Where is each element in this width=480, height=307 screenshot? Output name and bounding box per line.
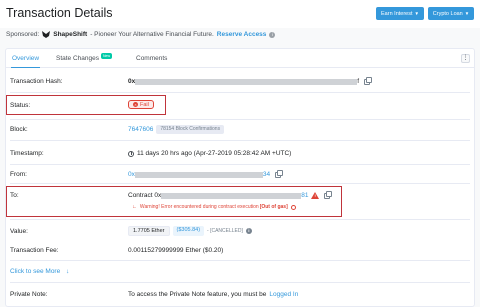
- copy-icon[interactable]: [324, 190, 333, 199]
- new-badge: New: [101, 52, 113, 59]
- block-value: 7647606 78154 Block Confirmations: [128, 125, 225, 134]
- info-icon[interactable]: i: [245, 228, 252, 234]
- warning-text: Warning! Error encountered during contra…: [139, 204, 259, 210]
- see-more-link[interactable]: Click to see More ↓: [10, 268, 69, 275]
- contract-warning: ∟ Warning! Error encountered during cont…: [132, 204, 296, 210]
- tab-bar: Overview State Changes New Comments ⋮: [6, 49, 474, 68]
- divider: [10, 183, 470, 184]
- earn-interest-label: Earn Interest: [381, 10, 413, 17]
- tab-state-changes[interactable]: State Changes New: [56, 49, 113, 68]
- sponsored-label: Sponsored:: [6, 31, 40, 38]
- block-number-link[interactable]: 7647606: [128, 126, 153, 133]
- logged-in-link[interactable]: Logged In: [269, 291, 298, 298]
- warning-icon: [311, 192, 320, 199]
- error-circle-icon: ×: [133, 102, 138, 107]
- to-highlight-box: [6, 186, 342, 217]
- redacted-hash: [135, 78, 358, 85]
- fee-label: Transaction Fee:: [10, 247, 59, 254]
- from-label: From:: [10, 171, 27, 178]
- from-suffix[interactable]: 34: [263, 171, 270, 178]
- page-header: Transaction Details Earn Interest ▼ Cryp…: [0, 0, 480, 28]
- private-note-value: To access the Private Note feature, you …: [128, 291, 298, 298]
- divider: [10, 119, 470, 120]
- sponsored-banner: Sponsored: ShapeShift - Pioneer Your Alt…: [6, 31, 276, 38]
- warning-detail: [Out of gas]: [259, 204, 288, 210]
- tab-overview[interactable]: Overview: [11, 49, 41, 68]
- divider: [10, 92, 470, 93]
- divider: [10, 164, 470, 165]
- see-more-label: Click to see More: [10, 268, 61, 275]
- tab-state-changes-label: State Changes: [56, 55, 100, 62]
- value-field: 1.7705 Ether ($305.84) - [CANCELLED] i: [128, 226, 252, 236]
- reserve-access-link[interactable]: Reserve Access: [217, 31, 267, 38]
- warning-info-icon: [290, 204, 296, 210]
- hash-prefix: 0x: [128, 78, 136, 85]
- copy-icon[interactable]: [275, 169, 284, 178]
- warning-corner-icon: ∟: [132, 204, 137, 210]
- shapeshift-fox-icon: [42, 31, 51, 38]
- more-options-button[interactable]: ⋮: [461, 54, 470, 63]
- hash-suffix: f: [357, 78, 360, 85]
- private-note-text: To access the Private Note feature, you …: [128, 291, 267, 298]
- page-title: Transaction Details: [6, 6, 113, 20]
- hash-value: 0x f: [128, 76, 373, 85]
- hash-label: Transaction Hash:: [10, 78, 63, 85]
- timestamp-value: 11 days 20 hrs ago (Apr-27-2019 05:28:42…: [128, 150, 291, 157]
- status-value: × Fail: [128, 100, 154, 109]
- to-suffix[interactable]: 81: [301, 192, 308, 199]
- fee-value: 0.00115279999999 Ether ($0.20): [128, 247, 224, 254]
- clock-icon: [128, 150, 134, 157]
- redacted-contract-address: [161, 192, 302, 199]
- crypto-loan-label: Crypto Loan: [432, 10, 463, 17]
- sponsor-brand: ShapeShift: [53, 31, 88, 38]
- sponsor-tagline: - Pioneer Your Alternative Financial Fut…: [90, 31, 214, 38]
- divider: [10, 219, 470, 220]
- timestamp-text: 11 days 20 hrs ago (Apr-27-2019 05:28:42…: [137, 150, 292, 157]
- value-label: Value:: [10, 228, 28, 235]
- chevron-down-icon: ▼: [464, 11, 470, 16]
- block-confirmations-badge: 78154 Block Confirmations: [156, 125, 225, 134]
- cancelled-text: - [CANCELLED]: [207, 228, 243, 234]
- transaction-card: Overview State Changes New Comments ⋮ Tr…: [5, 48, 475, 307]
- usd-amount-badge: ($305.84): [172, 226, 205, 236]
- redacted-from-address: [134, 171, 263, 178]
- status-badge: × Fail: [128, 100, 154, 109]
- arrow-down-icon: ↓: [66, 268, 70, 275]
- to-label: To:: [10, 192, 19, 199]
- private-note-label: Private Note:: [10, 291, 48, 298]
- to-value: Contract 0x 81: [128, 190, 333, 199]
- divider: [10, 260, 470, 261]
- from-prefix[interactable]: 0x: [128, 171, 135, 178]
- crypto-loan-button[interactable]: Crypto Loan ▼: [428, 7, 474, 20]
- info-icon[interactable]: i: [269, 31, 276, 38]
- from-value: 0x 34: [128, 169, 284, 178]
- divider: [10, 140, 470, 141]
- block-label: Block:: [10, 126, 28, 133]
- earn-interest-button[interactable]: Earn Interest ▼: [376, 7, 424, 20]
- status-label: Status:: [10, 102, 31, 109]
- ether-amount-badge: 1.7705 Ether: [128, 226, 170, 236]
- timestamp-label: Timestamp:: [10, 150, 44, 157]
- tab-overview-label: Overview: [12, 54, 40, 62]
- divider: [10, 282, 470, 283]
- to-prefix: Contract 0x: [128, 192, 162, 199]
- chevron-down-icon: ▼: [414, 11, 419, 16]
- tab-comments[interactable]: Comments: [136, 49, 167, 68]
- status-text: Fail: [140, 101, 149, 108]
- copy-icon[interactable]: [364, 76, 373, 85]
- tab-comments-label: Comments: [136, 55, 168, 62]
